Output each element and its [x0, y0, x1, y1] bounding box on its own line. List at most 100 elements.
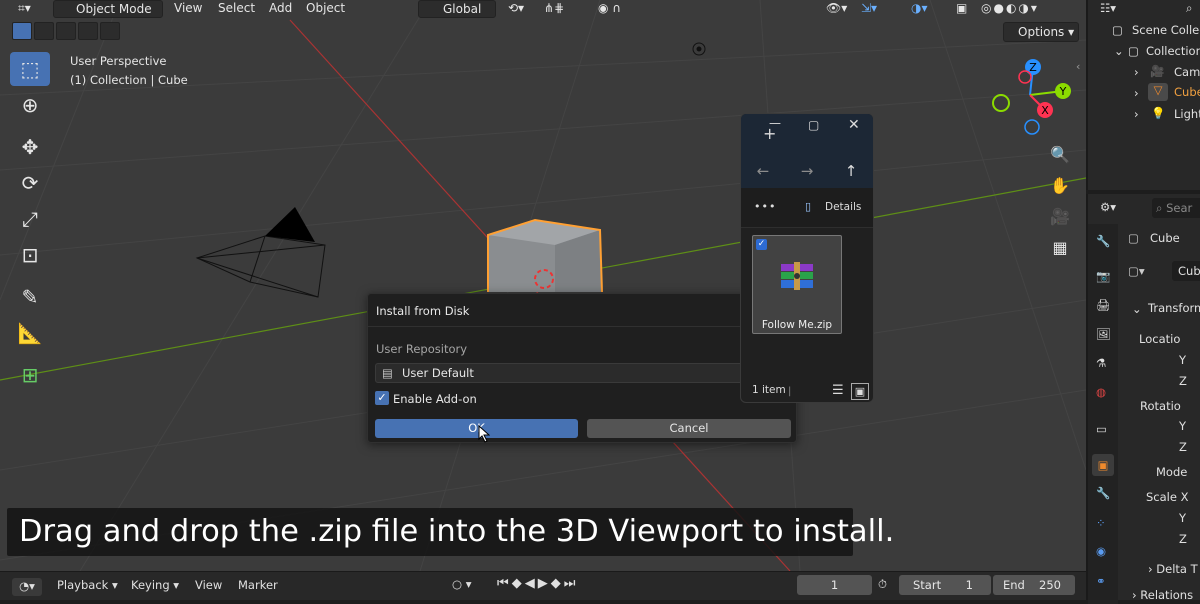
- outliner-item-cube[interactable]: Cube: [1174, 85, 1200, 99]
- menu-view[interactable]: View: [168, 0, 208, 18]
- modifier-tab-icon[interactable]: 🔧: [1096, 486, 1110, 500]
- collection-expand-icon[interactable]: ⌄: [1114, 44, 1124, 58]
- transform-icon[interactable]: ⊡: [10, 238, 50, 272]
- select-subtract-icon[interactable]: [56, 22, 76, 40]
- cancel-button[interactable]: Cancel: [587, 419, 791, 438]
- outliner-item-light[interactable]: Light: [1174, 107, 1200, 121]
- add-cube-icon[interactable]: ⊞: [10, 358, 50, 392]
- annotate-icon[interactable]: ✎: [10, 280, 50, 314]
- up-arrow-icon[interactable]: ↑: [845, 162, 858, 180]
- sidebar-toggle-icon[interactable]: ‹: [1076, 60, 1080, 73]
- list-view-icon[interactable]: ☰: [832, 383, 844, 398]
- 3d-viewport[interactable]: ⌗▾ Object Mode View Select Add Object Gl…: [0, 0, 1086, 571]
- snap-icon[interactable]: ⋔⋕: [538, 0, 570, 18]
- current-frame-field[interactable]: 1: [797, 575, 872, 595]
- forward-arrow-icon[interactable]: →: [801, 162, 814, 180]
- outliner-type-icon[interactable]: ☷▾: [1100, 1, 1116, 15]
- delta-transform-header[interactable]: › Delta T: [1148, 562, 1198, 576]
- details-pane-icon[interactable]: ▯: [805, 200, 811, 213]
- repository-dropdown[interactable]: ▤ User Default: [375, 363, 791, 383]
- tool-shelf: ⬚ ⊕ ✥ ⟳ ⤢ ⊡ ✎ 📐 ⊞: [10, 52, 54, 394]
- file-selected-checkbox[interactable]: ✓: [756, 239, 767, 250]
- xray-icon[interactable]: ▣: [950, 0, 973, 18]
- data-object-icon[interactable]: ▢▾: [1128, 264, 1145, 278]
- world-tab-icon[interactable]: ◍: [1096, 385, 1106, 399]
- properties-type-icon[interactable]: ⚙▾: [1100, 200, 1116, 214]
- maximize-icon[interactable]: ▢: [808, 118, 819, 132]
- transform-panel-header[interactable]: Transform: [1148, 301, 1200, 315]
- move-icon[interactable]: ✥: [10, 130, 50, 164]
- close-icon[interactable]: ✕: [848, 117, 860, 133]
- marker-menu[interactable]: Marker: [238, 578, 278, 592]
- playback-controls-icon[interactable]: ⏮◆◀▶◆⏭: [497, 576, 578, 591]
- end-frame-field[interactable]: End 250: [993, 575, 1075, 595]
- outliner-item-camera[interactable]: Came: [1174, 65, 1200, 79]
- enable-addon-checkbox[interactable]: ✓: [375, 391, 389, 405]
- select-invert-icon[interactable]: [78, 22, 98, 40]
- clock-icon[interactable]: ⏱: [878, 577, 887, 592]
- cursor-icon[interactable]: ⊕: [10, 88, 50, 122]
- render-tab-icon[interactable]: 📷: [1096, 269, 1110, 283]
- select-new-icon[interactable]: [12, 22, 32, 40]
- ortho-grid-icon[interactable]: ▦: [1047, 234, 1073, 260]
- mode-dropdown[interactable]: Object Mode: [53, 0, 163, 18]
- properties-search-input[interactable]: ⌕ Sear: [1152, 198, 1200, 218]
- constraints-tab-icon[interactable]: ⚭: [1096, 574, 1106, 588]
- editor-type-icon[interactable]: ⌗▾: [12, 0, 37, 18]
- menu-object[interactable]: Object: [300, 0, 351, 18]
- light-expand-icon[interactable]: ›: [1134, 107, 1139, 121]
- proportional-edit-icon[interactable]: ◉ ∩: [592, 0, 627, 18]
- auto-keying-icon[interactable]: ○ ▾: [452, 577, 471, 591]
- pan-hand-icon[interactable]: ✋: [1047, 172, 1073, 198]
- transform-orientation-dropdown[interactable]: Global: [418, 0, 496, 18]
- view-layer-tab-icon[interactable]: 🖼: [1096, 327, 1111, 341]
- zip-file-item[interactable]: ✓ Follow Me.zip: [752, 235, 842, 334]
- overlay-icon[interactable]: ◑▾: [905, 0, 934, 18]
- tile-view-icon[interactable]: ▣: [851, 383, 869, 400]
- repository-value: User Default: [402, 366, 474, 380]
- camera-view-icon[interactable]: 🎥: [1047, 203, 1073, 229]
- select-box-icon[interactable]: ⬚: [10, 52, 50, 86]
- ok-button[interactable]: OK: [375, 419, 578, 438]
- keying-menu[interactable]: Keying ▾: [131, 578, 179, 592]
- camera-expand-icon[interactable]: ›: [1134, 65, 1139, 79]
- timeline-header: ◔▾ Playback ▾ Keying ▾ View Marker ○ ▾ ⏮…: [0, 571, 1086, 600]
- visibility-icon[interactable]: 👁▾: [820, 0, 853, 18]
- pivot-icon[interactable]: ⟲▾: [502, 0, 530, 18]
- collection-label[interactable]: Collection: [1146, 44, 1200, 58]
- measure-icon[interactable]: 📐: [10, 316, 50, 350]
- outliner-search-icon[interactable]: ⌕: [1186, 1, 1192, 16]
- object-name-field[interactable]: Cube: [1172, 261, 1200, 281]
- cube-expand-icon[interactable]: ›: [1134, 86, 1139, 100]
- timeline-editor-icon[interactable]: ◔▾: [12, 578, 42, 596]
- camera-object: [195, 235, 326, 298]
- gizmo-toggle-icon[interactable]: ⇲▾: [855, 0, 883, 18]
- playback-menu[interactable]: Playback ▾: [57, 578, 118, 592]
- back-arrow-icon[interactable]: ←: [757, 162, 770, 180]
- start-frame-field[interactable]: Start 1: [899, 575, 991, 595]
- select-intersect-icon[interactable]: [100, 22, 120, 40]
- zoom-icon[interactable]: 🔍: [1047, 141, 1073, 167]
- collection-tab-icon[interactable]: ▭: [1096, 422, 1107, 436]
- details-button[interactable]: Details: [825, 201, 861, 213]
- shading-modes-icon[interactable]: ◎●◐◑▾: [975, 0, 1045, 18]
- transform-collapse-icon[interactable]: ⌄: [1132, 302, 1142, 316]
- object-tab-icon[interactable]: ▣: [1092, 454, 1114, 476]
- location-z-label: Z: [1179, 374, 1187, 388]
- physics-tab-icon[interactable]: ◉: [1096, 544, 1106, 558]
- scale-icon[interactable]: ⤢: [10, 202, 50, 236]
- rotate-icon[interactable]: ⟳: [10, 166, 50, 200]
- scene-tab-icon[interactable]: ⚗: [1096, 356, 1106, 370]
- menu-add[interactable]: Add: [263, 0, 298, 18]
- select-extend-icon[interactable]: [34, 22, 54, 40]
- tool-tab-icon[interactable]: 🔧: [1096, 234, 1110, 248]
- menu-select[interactable]: Select: [212, 0, 261, 18]
- more-options-icon[interactable]: •••: [754, 200, 776, 213]
- scene-collection-label[interactable]: Scene Collec: [1132, 23, 1200, 37]
- navigation-gizmo[interactable]: Z Y X: [985, 55, 1085, 140]
- options-dropdown[interactable]: Options ▾: [1003, 22, 1079, 42]
- output-tab-icon[interactable]: 🖨: [1096, 298, 1111, 312]
- minimize-icon[interactable]: —: [769, 116, 781, 130]
- timeline-view-menu[interactable]: View: [195, 578, 222, 592]
- particles-tab-icon[interactable]: ⁘: [1096, 516, 1106, 530]
